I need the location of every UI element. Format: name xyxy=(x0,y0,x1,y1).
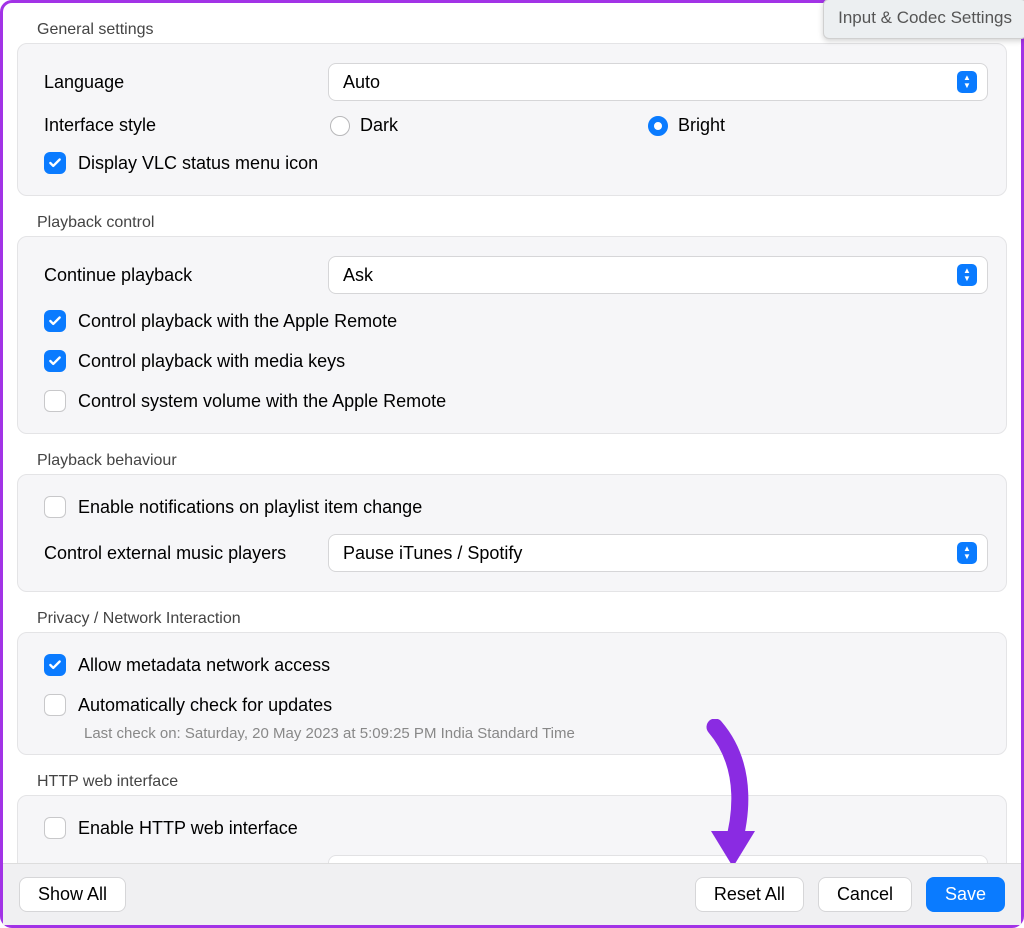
footer-bar: Show All Reset All Cancel Save xyxy=(3,863,1021,925)
checkbox-system-volume[interactable]: Control system volume with the Apple Rem… xyxy=(36,381,988,421)
checkbox-empty-icon xyxy=(44,496,66,518)
checkmark-icon xyxy=(44,654,66,676)
continue-playback-label: Continue playback xyxy=(36,265,328,286)
external-players-value: Pause iTunes / Spotify xyxy=(343,543,522,564)
system-volume-label: Control system volume with the Apple Rem… xyxy=(78,391,446,412)
external-players-label: Control external music players xyxy=(36,543,328,564)
preferences-scroll: General settings Language Auto ▲▼ Interf… xyxy=(3,3,1021,865)
notifications-label: Enable notifications on playlist item ch… xyxy=(78,497,422,518)
checkmark-icon xyxy=(44,310,66,332)
section-title-playback-control: Playback control xyxy=(17,196,1007,236)
radio-icon xyxy=(330,116,350,136)
checkbox-status-icon[interactable]: Display VLC status menu icon xyxy=(36,143,988,183)
section-title-privacy: Privacy / Network Interaction xyxy=(17,592,1007,632)
checkbox-apple-remote[interactable]: Control playback with the Apple Remote xyxy=(36,301,988,341)
section-playback-behaviour: Enable notifications on playlist item ch… xyxy=(17,474,1007,592)
section-title-playback-behaviour: Playback behaviour xyxy=(17,434,1007,474)
checkbox-updates[interactable]: Automatically check for updates xyxy=(36,685,988,725)
continue-playback-select[interactable]: Ask ▲▼ xyxy=(328,256,988,294)
updates-label: Automatically check for updates xyxy=(78,695,332,716)
http-enable-label: Enable HTTP web interface xyxy=(78,818,298,839)
language-select[interactable]: Auto ▲▼ xyxy=(328,63,988,101)
checkbox-http-enable[interactable]: Enable HTTP web interface xyxy=(36,808,988,848)
show-all-button[interactable]: Show All xyxy=(19,877,126,912)
tab-label: Input & Codec Settings xyxy=(838,8,1012,27)
checkbox-empty-icon xyxy=(44,390,66,412)
language-value: Auto xyxy=(343,72,380,93)
radio-bright-label: Bright xyxy=(678,115,725,136)
status-icon-label: Display VLC status menu icon xyxy=(78,153,318,174)
interface-style-label: Interface style xyxy=(36,115,328,136)
apple-remote-label: Control playback with the Apple Remote xyxy=(78,311,397,332)
radio-dark-label: Dark xyxy=(360,115,398,136)
radio-dark[interactable]: Dark xyxy=(330,115,398,136)
chevron-updown-icon: ▲▼ xyxy=(957,71,977,93)
section-general: Language Auto ▲▼ Interface style Dark xyxy=(17,43,1007,196)
radio-bright[interactable]: Bright xyxy=(648,115,725,136)
checkbox-notifications[interactable]: Enable notifications on playlist item ch… xyxy=(36,487,988,527)
media-keys-label: Control playback with media keys xyxy=(78,351,345,372)
section-http: Enable HTTP web interface Password xyxy=(17,795,1007,865)
checkbox-empty-icon xyxy=(44,694,66,716)
section-playback-control: Continue playback Ask ▲▼ Control playbac… xyxy=(17,236,1007,434)
continue-playback-value: Ask xyxy=(343,265,373,286)
checkbox-metadata[interactable]: Allow metadata network access xyxy=(36,645,988,685)
chevron-updown-icon: ▲▼ xyxy=(957,264,977,286)
reset-all-button[interactable]: Reset All xyxy=(695,877,804,912)
checkbox-empty-icon xyxy=(44,817,66,839)
section-title-http: HTTP web interface xyxy=(17,755,1007,795)
last-check-note: Last check on: Saturday, 20 May 2023 at … xyxy=(36,725,988,742)
radio-icon xyxy=(648,116,668,136)
external-players-select[interactable]: Pause iTunes / Spotify ▲▼ xyxy=(328,534,988,572)
cancel-button[interactable]: Cancel xyxy=(818,877,912,912)
metadata-label: Allow metadata network access xyxy=(78,655,330,676)
checkbox-media-keys[interactable]: Control playback with media keys xyxy=(36,341,988,381)
chevron-updown-icon: ▲▼ xyxy=(957,542,977,564)
checkmark-icon xyxy=(44,350,66,372)
section-privacy: Allow metadata network access Automatica… xyxy=(17,632,1007,755)
checkmark-icon xyxy=(44,152,66,174)
save-button[interactable]: Save xyxy=(926,877,1005,912)
language-label: Language xyxy=(36,72,328,93)
tab-input-codec[interactable]: Input & Codec Settings xyxy=(823,0,1024,39)
